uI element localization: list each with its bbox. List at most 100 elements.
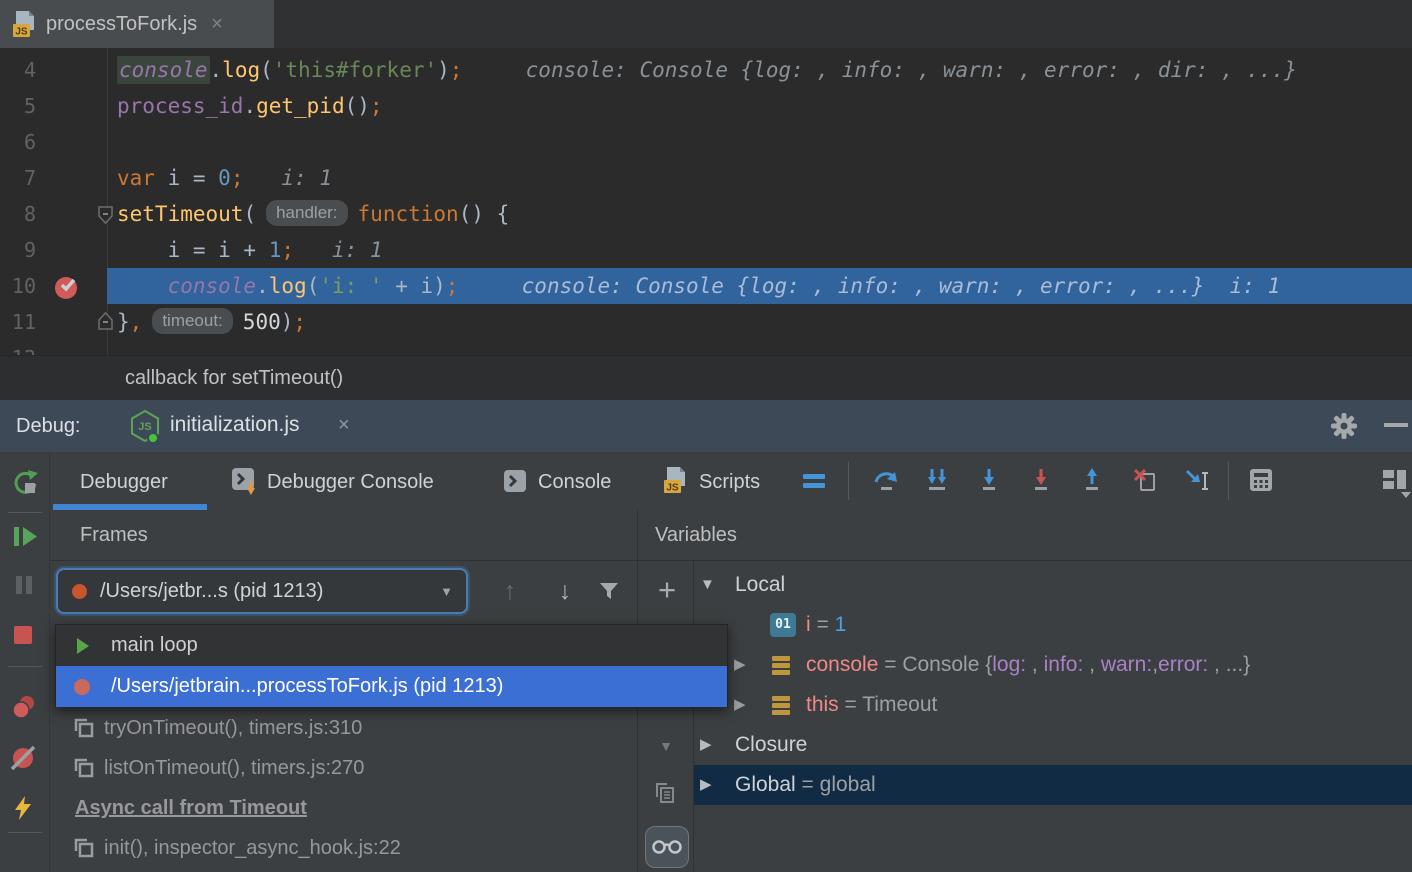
view-breakpoints-icon[interactable] (10, 693, 38, 721)
editor-tab-title: processToFork.js (46, 13, 197, 36)
pause-icon[interactable] (10, 571, 38, 599)
line-number: 7 (0, 160, 36, 196)
frame-row[interactable]: listOnTimeout(), timers.js:270 (50, 748, 637, 788)
js-file-icon: JS (12, 10, 36, 38)
tab-debugger[interactable]: Debugger (80, 464, 168, 500)
fold-end-icon[interactable] (97, 311, 114, 331)
editor-tab-processtofork[interactable]: JS processToFork.js × (0, 0, 274, 48)
chevron-right-icon[interactable]: ▶ (734, 645, 746, 685)
variables-row-i[interactable]: 01 i = 1 (694, 605, 1412, 645)
process-selector-dropdown[interactable]: /Users/jetbr...s (pid 1213) ▼ (56, 568, 468, 614)
popup-item-process-selected[interactable]: /Users/jetbrain...processToFork.js (pid … (56, 666, 727, 707)
tab-debugger-console[interactable]: Debugger Console (267, 464, 434, 500)
gear-icon[interactable] (1329, 411, 1359, 441)
breakpoint-verified-icon[interactable] (54, 274, 80, 300)
code-text: console.log('this#forker'); console: Con… (117, 52, 1297, 88)
rerun-icon[interactable] (10, 468, 40, 498)
stop-icon[interactable] (10, 622, 36, 648)
play-icon (75, 637, 91, 655)
scroll-down-icon[interactable]: ▼ (653, 733, 679, 759)
async-call-separator: Async call from Timeout (50, 788, 637, 828)
line-number: 5 (0, 88, 36, 124)
variables-row-console[interactable]: ▶ console = Console {log: , info: , warn… (694, 645, 1412, 685)
minimize-icon[interactable] (1384, 423, 1408, 427)
async-call-label: Async call from Timeout (75, 788, 307, 828)
code-line-5[interactable]: 5 process_id.get_pid(); (0, 88, 1412, 124)
popup-item-main-loop[interactable]: main loop (56, 625, 727, 666)
debug-session-tab[interactable]: initialization.js (170, 400, 300, 452)
code-line-4[interactable]: 4 console.log('this#forker'); console: Co… (0, 52, 1412, 88)
stripe-separator (8, 666, 42, 667)
code-line-12[interactable]: 12 (0, 340, 1412, 355)
lightning-icon[interactable] (10, 794, 36, 822)
filter-icon[interactable] (597, 579, 621, 603)
variables-row-this[interactable]: ▶ this = Timeout (694, 685, 1412, 725)
next-frame-button[interactable]: ↓ (548, 568, 582, 614)
code-text: process_id.get_pid(); (117, 88, 383, 124)
code-text: setTimeout(handler:function() { (117, 196, 509, 232)
code-line-8[interactable]: 8setTimeout(handler:function() { (0, 196, 1412, 232)
nodejs-icon: JS (128, 408, 162, 446)
step-over-icon[interactable] (872, 466, 900, 494)
chevron-right-icon[interactable]: ▶ (700, 725, 712, 765)
line-number: 9 (0, 232, 36, 268)
previous-frame-button[interactable]: ↑ (493, 568, 527, 614)
line-number: 12 (0, 340, 36, 355)
drop-frame-icon[interactable] (1131, 466, 1159, 494)
process-status-icon (72, 584, 87, 599)
layout-settings-icon[interactable] (1380, 466, 1412, 498)
step-into-icon[interactable] (923, 466, 951, 494)
chevron-right-icon[interactable]: ▶ (700, 765, 712, 805)
line-number: 4 (0, 52, 36, 88)
chevron-down-icon: ▼ (440, 584, 453, 599)
stack-frame-icon (72, 836, 96, 860)
evaluate-expression-icon[interactable] (1247, 466, 1275, 494)
editor-tab-bar: JS processToFork.js × (0, 0, 1412, 48)
force-step-over-icon[interactable] (1027, 466, 1055, 494)
close-icon[interactable]: × (338, 400, 350, 452)
code-text: console.log('i: ' + i); console: Console… (117, 268, 1280, 304)
ide-window: JS processToFork.js × 4 console.log('this… (0, 0, 1412, 872)
variable-value: i = 1 (806, 605, 846, 645)
copy-stack-icon[interactable] (652, 780, 678, 806)
fold-start-icon[interactable] (97, 205, 114, 225)
process-status-icon (74, 679, 90, 695)
popup-item-label: /Users/jetbrain...processToFork.js (pid … (111, 666, 503, 707)
code-line-7[interactable]: 7 var i = 0; i: 1 (0, 160, 1412, 196)
object-type-icon (770, 693, 792, 717)
variables-row-local[interactable]: ▼ Local (694, 565, 1412, 605)
variable-value: console = Console {log: , info: , warn:,… (806, 645, 1250, 685)
scope-label: Closure (735, 725, 807, 765)
stack-frame-icon (72, 756, 96, 780)
show-execution-point-icon[interactable] (800, 466, 828, 494)
frame-row[interactable]: init(), inspector_async_hook.js:22 (50, 828, 637, 868)
force-step-into-icon[interactable] (975, 466, 1003, 494)
code-line-6[interactable]: 6 (0, 124, 1412, 160)
line-number: 10 (0, 268, 36, 304)
mute-breakpoints-icon[interactable] (10, 744, 38, 772)
show-watches-toggle[interactable] (645, 826, 689, 868)
variables-row-global-selected[interactable]: ▶ Global = global (694, 765, 1412, 805)
tab-scripts[interactable]: Scripts (699, 464, 760, 500)
debug-label: Debug: (16, 400, 81, 452)
frame-row[interactable]: tryOnTimeout(), timers.js:310 (50, 708, 637, 748)
code-line-9[interactable]: 9 i = i + 1; i: 1 (0, 232, 1412, 268)
debug-tool-window: Debugger Debugger Console Console JS Scr… (0, 452, 1412, 872)
frame-label: tryOnTimeout(), timers.js:310 (104, 708, 362, 748)
close-icon[interactable]: × (211, 13, 223, 36)
variables-row-closure[interactable]: ▶ Closure (694, 725, 1412, 765)
add-watch-button[interactable]: + (650, 568, 684, 614)
code-line-10-execution[interactable]: 10 console.log('i: ' + i); console: Cons… (0, 268, 1412, 304)
context-bar: callback for setTimeout() (0, 355, 1412, 400)
svg-text:JS: JS (666, 483, 679, 494)
resume-icon[interactable] (10, 523, 40, 551)
context-text: callback for setTimeout() (125, 356, 343, 400)
code-editor[interactable]: 4 console.log('this#forker'); console: Co… (0, 48, 1412, 355)
step-out-icon[interactable] (1078, 466, 1106, 494)
chevron-right-icon[interactable]: ▶ (734, 685, 746, 725)
tab-console[interactable]: Console (538, 464, 611, 500)
code-text: var i = 0; i: 1 (117, 160, 332, 196)
chevron-down-icon[interactable]: ▼ (700, 565, 715, 605)
code-line-11[interactable]: 11},timeout:500); (0, 304, 1412, 340)
run-to-cursor-icon[interactable] (1184, 466, 1212, 494)
